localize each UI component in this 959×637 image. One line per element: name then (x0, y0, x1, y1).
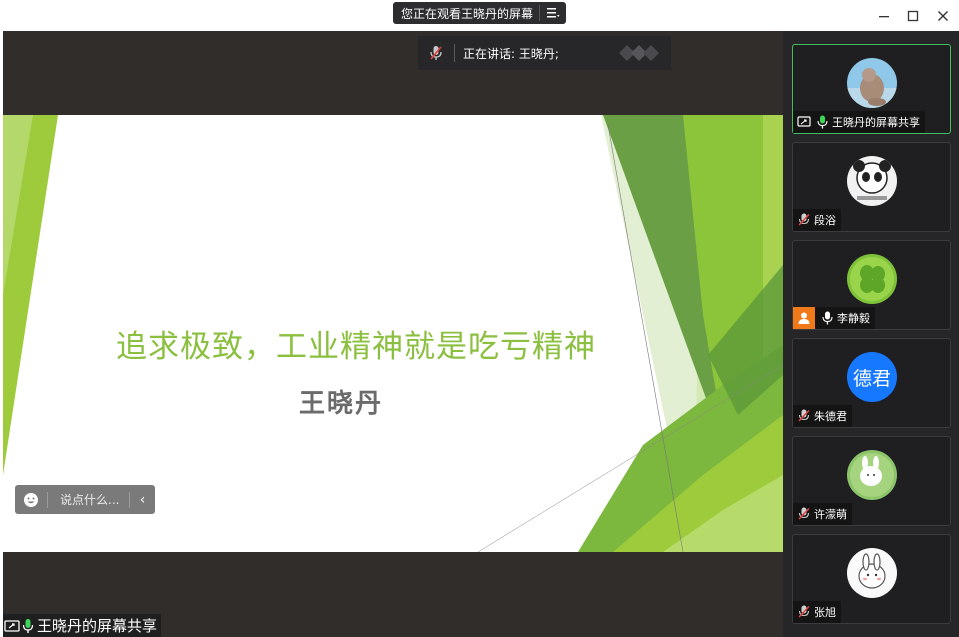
avatar (847, 548, 897, 598)
maximize-button[interactable] (903, 6, 923, 26)
shared-screen-area: 正在讲话: 王晓丹; 追求极致，工业精神就是吃亏精神 王晓丹 说点什么... ‹… (3, 31, 783, 637)
active-speaker-bar: 正在讲话: 王晓丹; (418, 36, 671, 70)
screen-share-status[interactable]: 您正在观看王晓丹的屏幕 (393, 2, 567, 24)
mic-muted-icon (418, 45, 454, 61)
participant-label: 张旭 (793, 601, 841, 623)
list-menu-icon[interactable] (540, 2, 566, 24)
avatar (847, 58, 897, 108)
user-icon (793, 307, 815, 329)
close-button[interactable] (933, 6, 953, 26)
participant-label: 王晓丹的屏幕共享 (793, 111, 925, 133)
slide-author: 王晓丹 (299, 389, 384, 419)
minimize-button[interactable] (874, 6, 894, 26)
mic-muted-icon (796, 409, 812, 423)
screen-share-icon (4, 619, 20, 633)
participant-name: 段浴 (814, 214, 836, 227)
chat-placeholder[interactable]: 说点什么... (48, 491, 129, 508)
participant-name: 张旭 (814, 606, 836, 619)
mic-muted-icon (796, 507, 812, 521)
chat-input-bar[interactable]: 说点什么... ‹ (15, 485, 155, 514)
participant-tile[interactable]: 张旭 (792, 534, 951, 624)
participant-name: 李静毅 (837, 312, 870, 325)
participant-tile[interactable]: 王晓丹的屏幕共享 (792, 44, 951, 134)
chevron-left-icon[interactable]: ‹ (129, 491, 155, 508)
participant-label: 段浴 (793, 209, 841, 231)
participant-label: 朱德君 (793, 405, 852, 427)
avatar: 德君 (847, 352, 897, 402)
share-status-text: 您正在观看王晓丹的屏幕 (401, 6, 534, 21)
share-source-text: 王晓丹的屏幕共享 (37, 617, 158, 635)
participant-tile[interactable]: 段浴 (792, 142, 951, 232)
participant-label: 许濛萌 (793, 503, 852, 525)
mic-on-icon (819, 311, 835, 325)
mic-on-icon (22, 618, 34, 634)
participant-label: 李静毅 (793, 307, 875, 329)
app-logo-icon (617, 43, 661, 63)
meeting-window: 您正在观看王晓丹的屏幕 正在讲话: 王晓丹; 追求极致，工业精神就是吃亏精神 王… (0, 0, 959, 637)
participant-name: 朱德君 (814, 410, 847, 423)
avatar (847, 156, 897, 206)
share-source-label: 王晓丹的屏幕共享 (3, 614, 162, 637)
participant-tile[interactable]: 德君 朱德君 (792, 338, 951, 428)
slide-title: 追求极致，工业精神就是吃亏精神 (116, 329, 596, 365)
mic-muted-icon (796, 605, 812, 619)
avatar (847, 450, 897, 500)
mic-on-icon (814, 115, 830, 129)
emoji-icon[interactable] (15, 492, 47, 508)
participants-sidebar: 王晓丹的屏幕共享 段浴 李静毅 德君 朱德君 许濛萌 张旭 (783, 31, 959, 637)
participant-tile[interactable]: 李静毅 (792, 240, 951, 330)
participant-name: 王晓丹的屏幕共享 (832, 116, 920, 129)
mic-muted-icon (796, 213, 812, 227)
avatar (847, 254, 897, 304)
screen-share-icon (796, 116, 812, 128)
title-bar: 您正在观看王晓丹的屏幕 (0, 0, 959, 31)
participant-tile[interactable]: 许濛萌 (792, 436, 951, 526)
speaker-text: 正在讲话: 王晓丹; (463, 46, 559, 61)
participant-name: 许濛萌 (814, 508, 847, 521)
